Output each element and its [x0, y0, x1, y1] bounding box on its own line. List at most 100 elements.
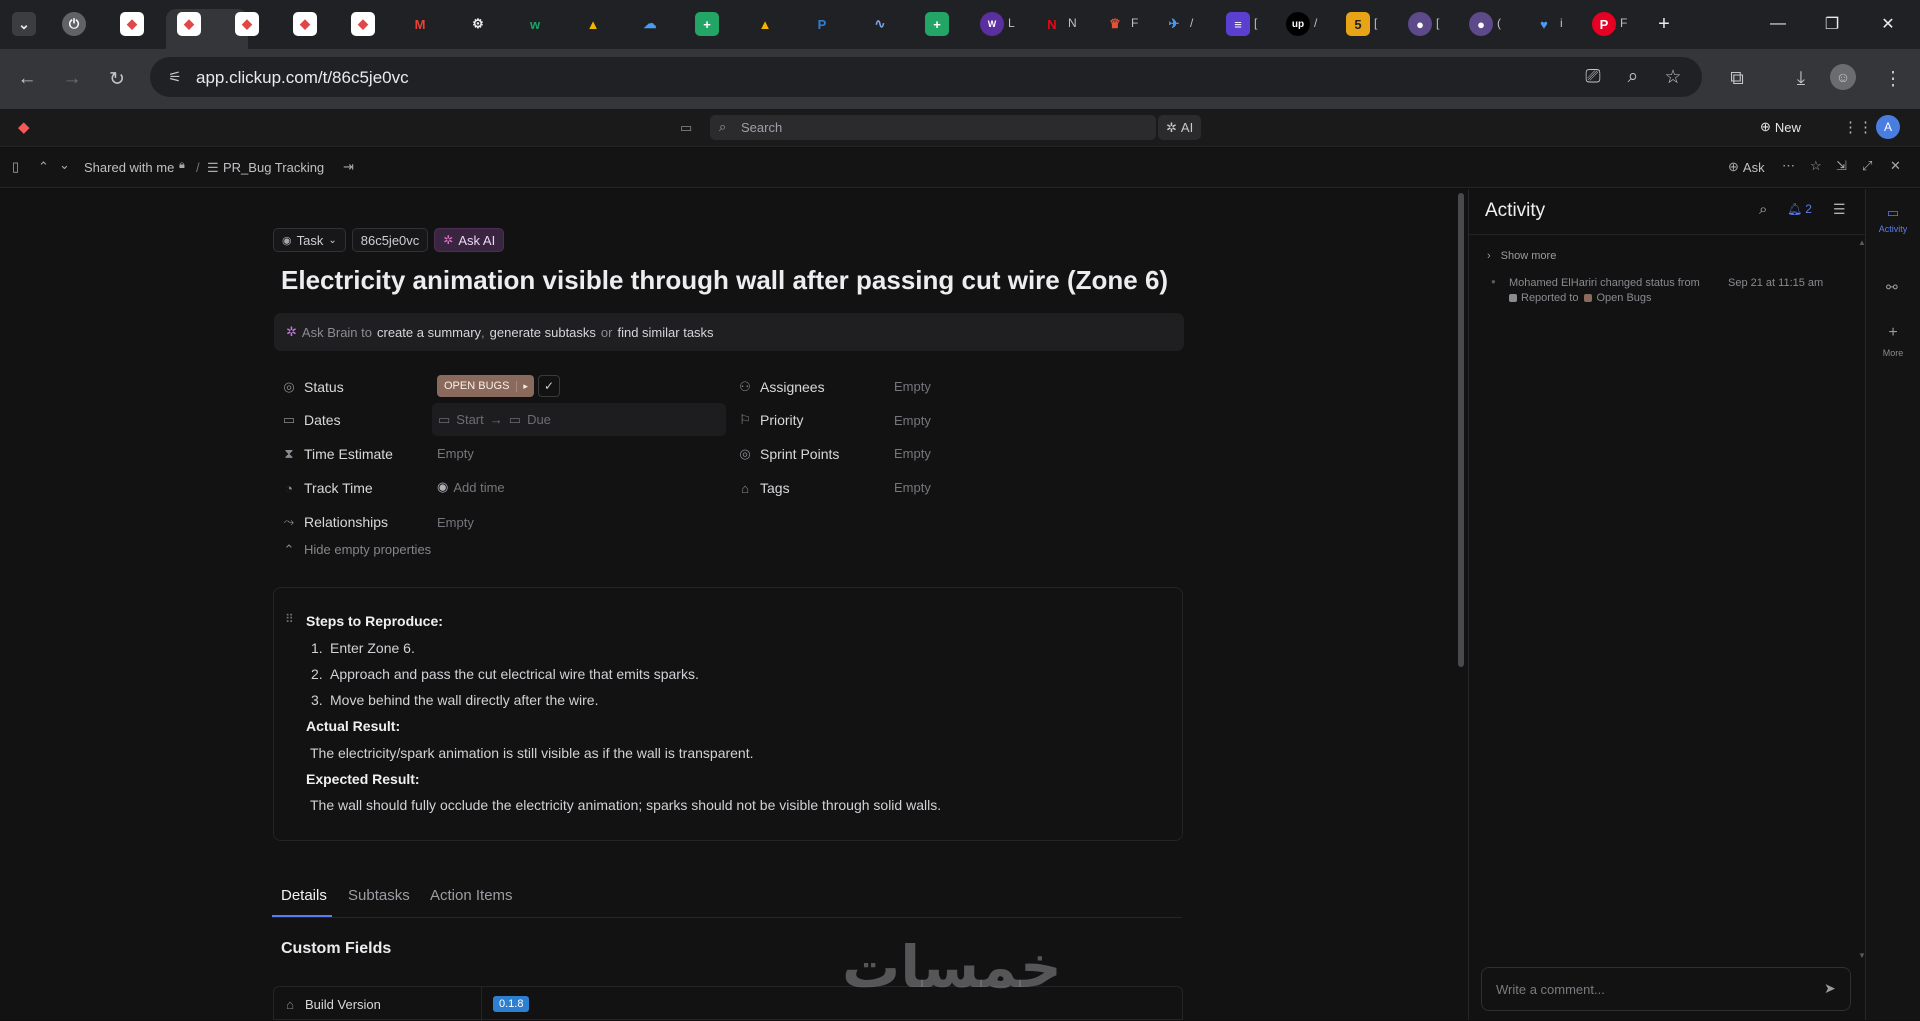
- bookmark-star-icon[interactable]: ☆: [1658, 62, 1688, 92]
- send-icon[interactable]: ➤: [1824, 980, 1836, 997]
- status-badge[interactable]: OPEN BUGS ▸: [437, 375, 534, 397]
- main-scrollbar[interactable]: [1458, 193, 1464, 667]
- profile-avatar-icon[interactable]: ☺: [1830, 64, 1856, 90]
- show-more-button[interactable]: › Show more: [1487, 250, 1556, 262]
- install-app-icon[interactable]: ⎚: [1578, 62, 1608, 92]
- browser-menu-icon[interactable]: ⋮: [1878, 64, 1908, 94]
- zoom-icon[interactable]: ⌕: [1618, 62, 1648, 92]
- notifications-button[interactable]: 🔔︎ 2: [1787, 202, 1812, 216]
- more-options-icon[interactable]: ⋯: [1782, 158, 1795, 174]
- tab-favicon-heart-icon[interactable]: ♥: [1532, 12, 1556, 36]
- tab-favicon-drive-icon[interactable]: ▲: [581, 12, 605, 36]
- download-icon[interactable]: ⤓: [1786, 64, 1816, 94]
- tab-favicon-five-icon[interactable]: 5: [1346, 12, 1370, 36]
- user-avatar[interactable]: A: [1876, 115, 1900, 139]
- ask-ai-button[interactable]: ✲ Ask AI: [434, 228, 505, 252]
- tab-favicon-webflow-icon[interactable]: W: [980, 12, 1004, 36]
- tab-favicon-gmail-icon[interactable]: M: [408, 12, 432, 36]
- tab-details[interactable]: Details: [281, 887, 327, 904]
- tab-favicon-drive-icon[interactable]: ▲: [753, 12, 777, 36]
- chevron-up-icon[interactable]: ⌃: [38, 159, 49, 175]
- sidebar-toggle-icon[interactable]: ▯: [12, 159, 19, 175]
- tab-favicon-chatgpt-icon[interactable]: ⚙: [466, 12, 490, 36]
- status-next-icon[interactable]: ▸: [516, 380, 534, 392]
- time-estimate-value[interactable]: Empty: [437, 446, 474, 461]
- comment-input[interactable]: Write a comment... ➤: [1481, 967, 1851, 1011]
- tab-favicon-clickup-icon[interactable]: ◆: [351, 12, 375, 36]
- search-icon[interactable]: ⌕: [1759, 201, 1767, 218]
- tab-favicon-clickup-icon[interactable]: ◆: [293, 12, 317, 36]
- tab-favicon-sheets-icon[interactable]: +: [695, 12, 719, 36]
- rail-activity-button[interactable]: ▭ Activity: [1875, 201, 1911, 237]
- new-tab-plus-icon[interactable]: +: [1652, 12, 1676, 36]
- tab-favicon-avatar-icon[interactable]: ●: [1469, 12, 1493, 36]
- favorite-star-icon[interactable]: ☆: [1810, 158, 1822, 174]
- tab-action-items[interactable]: Action Items: [430, 887, 513, 904]
- assignees-value[interactable]: Empty: [894, 379, 931, 394]
- forward-arrow-icon[interactable]: →: [57, 64, 87, 94]
- tab-favicon-cloud-icon[interactable]: ☁: [638, 12, 662, 36]
- close-task-icon[interactable]: ✕: [1890, 158, 1901, 174]
- new-button[interactable]: ⊕ New: [1760, 119, 1801, 135]
- minimize-icon[interactable]: —: [1756, 10, 1800, 38]
- tab-search-button[interactable]: ⌄: [12, 12, 36, 36]
- build-version-value[interactable]: 0.1.8: [493, 996, 530, 1012]
- task-description[interactable]: ⠿ Steps to Reproduce: 1. Enter Zone 6. 2…: [273, 587, 1183, 841]
- tab-favicon-pinterest-icon[interactable]: P: [1592, 12, 1616, 36]
- restore-icon[interactable]: ❐: [1810, 10, 1854, 38]
- sprint-points-value[interactable]: Empty: [894, 446, 931, 461]
- ask-icon: ⊕: [1728, 159, 1739, 174]
- tab-favicon-paypal-icon[interactable]: P: [810, 12, 834, 36]
- tab-favicon-power-icon[interactable]: ⏻: [62, 12, 86, 36]
- hide-empty-properties-button[interactable]: ⌃ Hide empty properties: [282, 542, 432, 558]
- expand-icon[interactable]: ⤢: [1862, 158, 1872, 174]
- site-settings-icon[interactable]: ⚟: [160, 62, 190, 92]
- tab-favicon-upwork-icon[interactable]: up: [1286, 12, 1310, 36]
- dates-field[interactable]: ▭ Start → ▭ Due: [432, 403, 726, 436]
- tab-favicon-wave-icon[interactable]: ∿: [868, 12, 892, 36]
- drag-handle-icon[interactable]: ⠿: [285, 612, 294, 626]
- back-arrow-icon[interactable]: ←: [12, 64, 42, 94]
- search-input[interactable]: ⌕ Search: [710, 115, 1156, 140]
- tab-favicon-clickup-icon[interactable]: ◆: [177, 12, 201, 36]
- tab-favicon-bird-icon[interactable]: ✈: [1162, 12, 1186, 36]
- complete-check-button[interactable]: ✓: [538, 375, 560, 397]
- tab-favicon-shield-icon[interactable]: ♛: [1103, 12, 1127, 36]
- tab-favicon-avatar-icon[interactable]: ●: [1408, 12, 1432, 36]
- tab-favicon-w-icon[interactable]: w: [523, 12, 547, 36]
- tags-value[interactable]: Empty: [894, 480, 931, 495]
- tab-favicon-forms-icon[interactable]: ≡: [1226, 12, 1250, 36]
- chevron-down-icon[interactable]: ⌄: [59, 157, 70, 173]
- tab-favicon-sheets-icon[interactable]: +: [925, 12, 949, 36]
- add-time-button[interactable]: ◉ Add time: [437, 479, 505, 495]
- ask-button[interactable]: ⊕ Ask: [1728, 159, 1765, 175]
- task-type-dropdown[interactable]: ◉ Task ⌄: [273, 228, 346, 252]
- tab-favicon-netflix-icon[interactable]: N: [1040, 12, 1064, 36]
- create-summary-link[interactable]: create a summary: [377, 325, 481, 340]
- minimize-task-icon[interactable]: ⇲: [1836, 158, 1847, 174]
- priority-value[interactable]: Empty: [894, 413, 931, 428]
- relationships-value[interactable]: Empty: [437, 515, 474, 530]
- task-title[interactable]: Electricity animation visible through wa…: [281, 265, 1168, 296]
- address-bar[interactable]: ⚟ app.clickup.com/t/86c5je0vc ⎚ ⌕ ☆: [150, 57, 1702, 97]
- ai-button[interactable]: ✲ AI: [1158, 115, 1202, 140]
- find-similar-tasks-link[interactable]: find similar tasks: [617, 325, 713, 340]
- clickup-logo-icon[interactable]: ◆: [18, 118, 36, 136]
- rail-more-button[interactable]: + More: [1875, 324, 1911, 358]
- extensions-puzzle-icon[interactable]: ⧉: [1722, 64, 1752, 94]
- calendar-icon[interactable]: ▭: [680, 119, 700, 137]
- reload-icon[interactable]: ↻: [102, 64, 132, 94]
- task-id-chip[interactable]: 86c5je0vc: [351, 228, 429, 252]
- tab-subtasks[interactable]: Subtasks: [348, 887, 410, 904]
- url-text[interactable]: app.clickup.com/t/86c5je0vc: [196, 68, 409, 88]
- tab-favicon-clickup-icon[interactable]: ◆: [120, 12, 144, 36]
- apps-grid-icon[interactable]: ⋮⋮: [1843, 118, 1873, 136]
- tab-favicon-clickup-icon[interactable]: ◆: [235, 12, 259, 36]
- link-icon[interactable]: ⚯: [1886, 279, 1898, 296]
- breadcrumb-shared-with-me[interactable]: Shared with me: [84, 160, 174, 175]
- close-window-icon[interactable]: ✕: [1866, 10, 1910, 38]
- breadcrumb-list[interactable]: PR_Bug Tracking: [223, 160, 324, 175]
- generate-subtasks-link[interactable]: generate subtasks: [490, 325, 596, 340]
- move-icon[interactable]: ⇥: [343, 159, 354, 175]
- filter-icon[interactable]: ☰: [1833, 201, 1846, 218]
